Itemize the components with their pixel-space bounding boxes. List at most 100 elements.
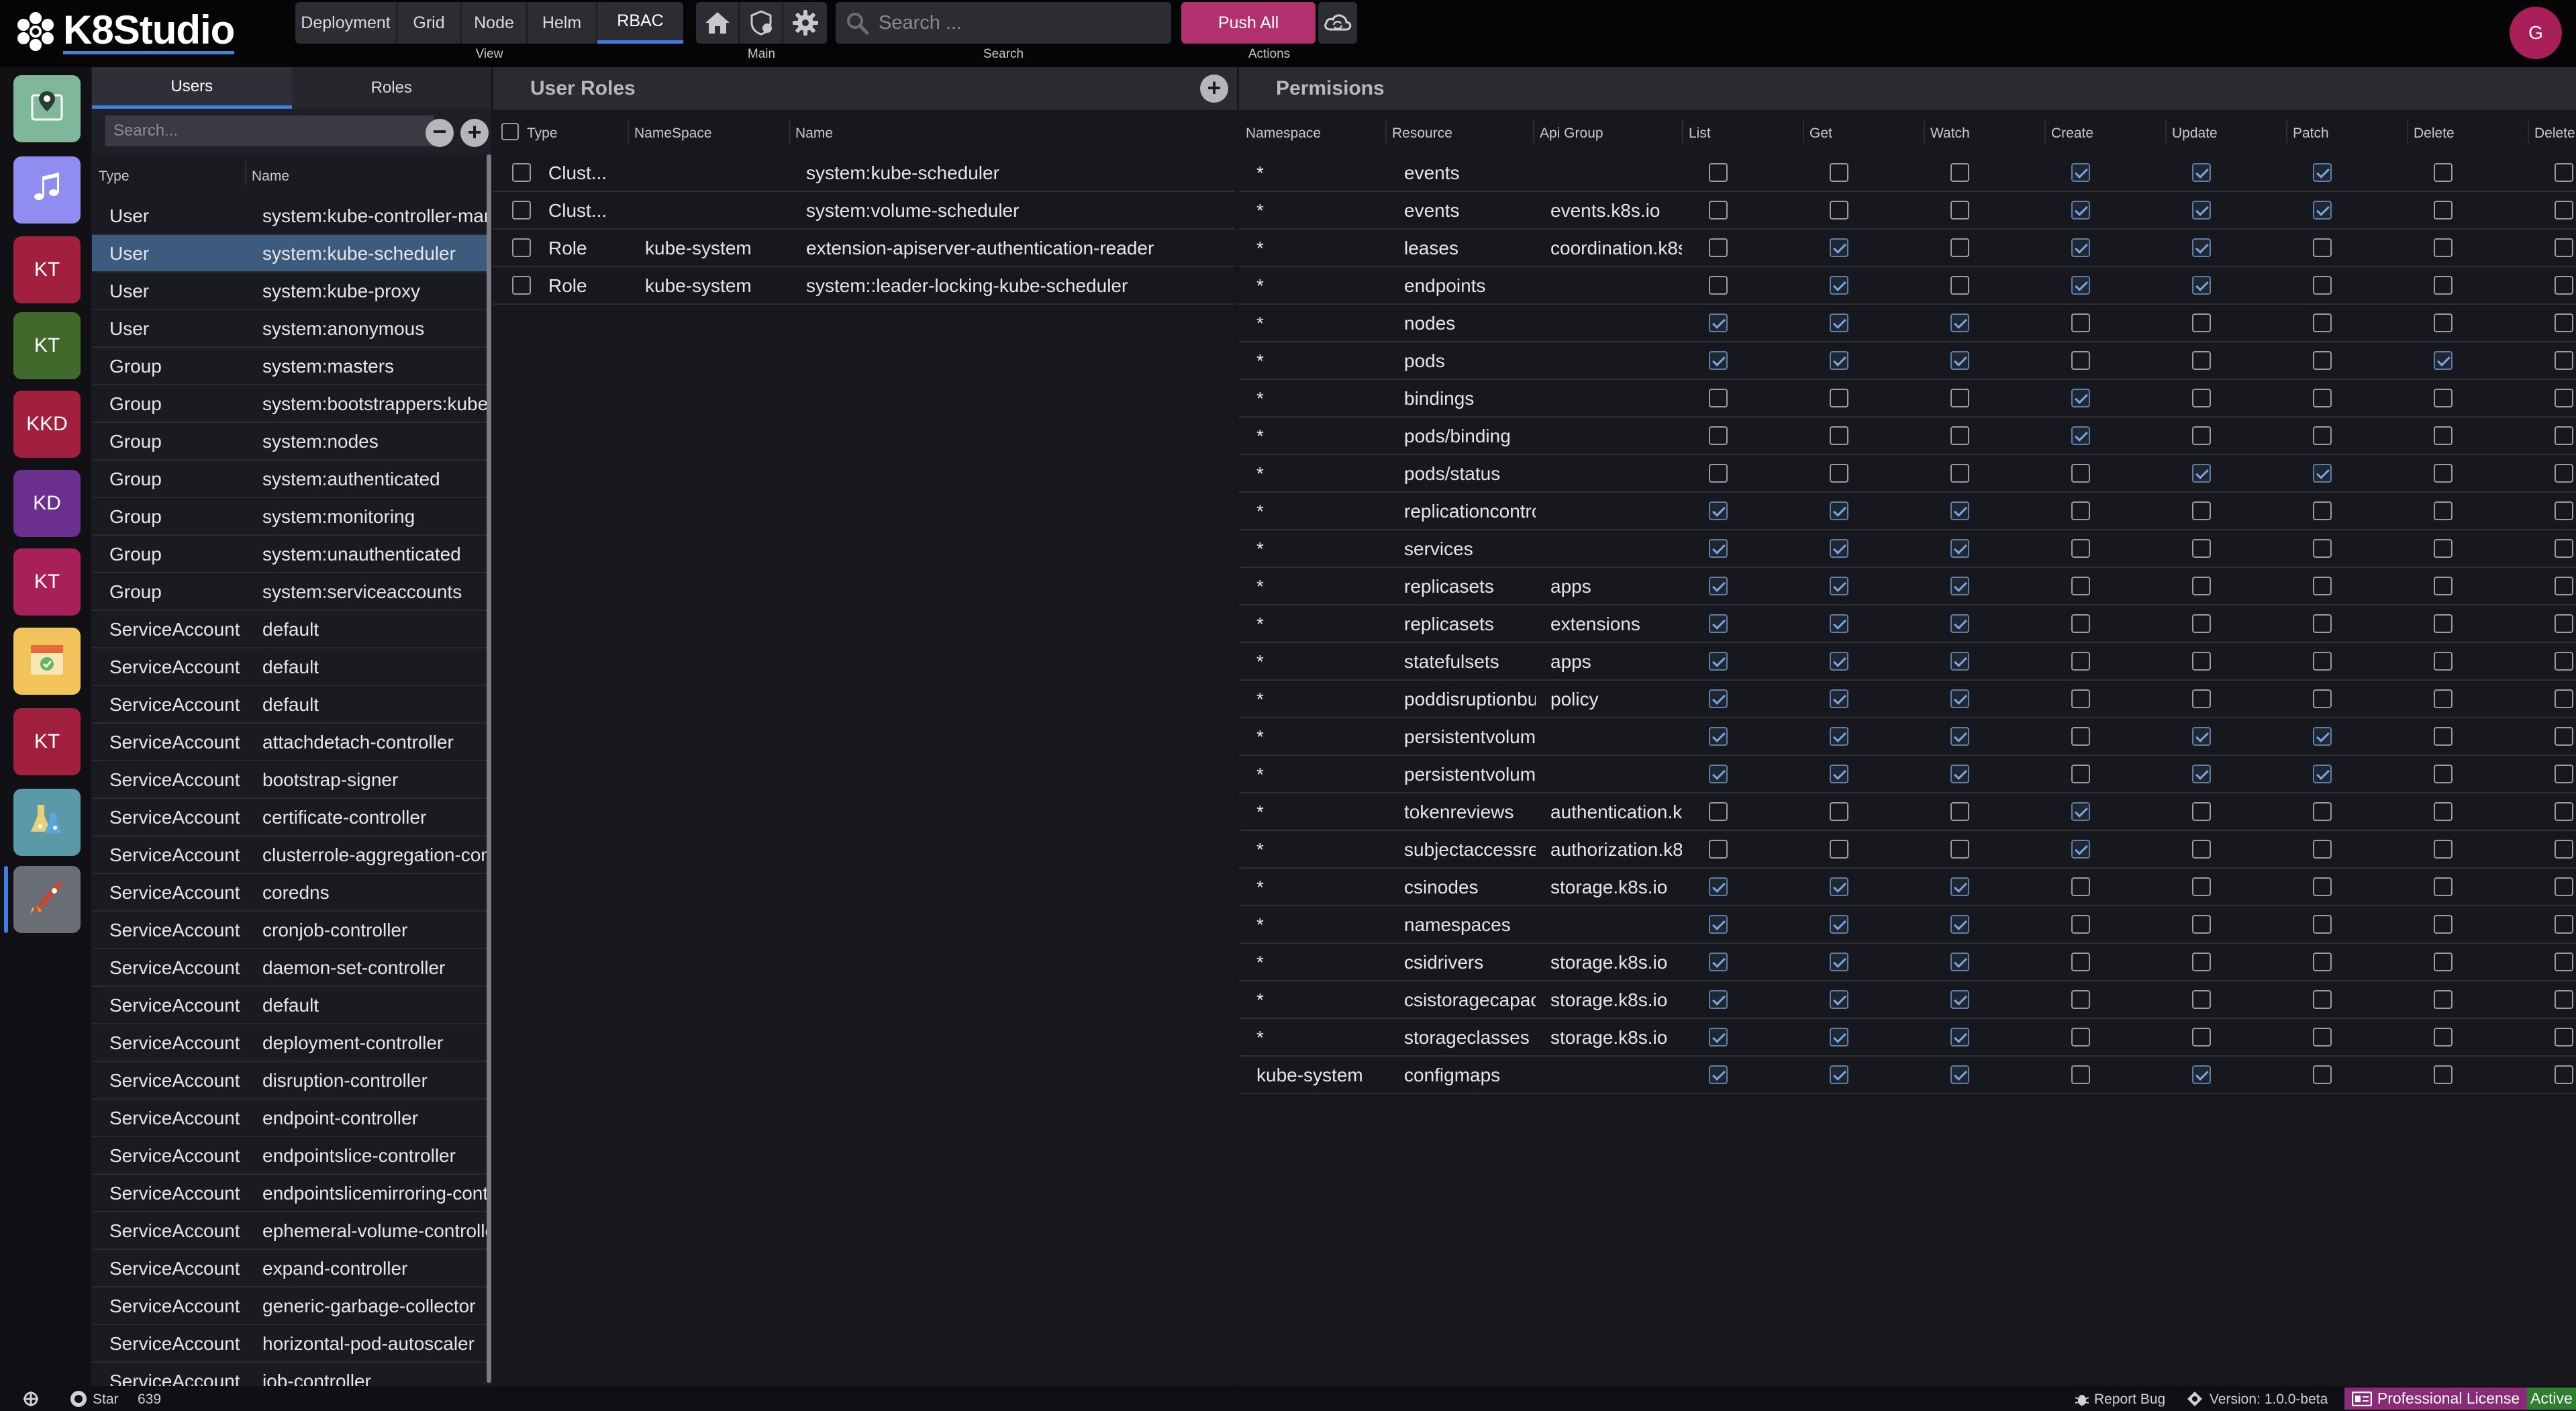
permission-create-checkbox[interactable] <box>2071 577 2090 595</box>
user-row[interactable]: ServiceAccount ephemeral-volume-controlle… <box>92 1212 491 1250</box>
permission-patch-checkbox[interactable] <box>2313 1028 2332 1047</box>
permission-update-checkbox[interactable] <box>2192 990 2211 1009</box>
permission-create-checkbox[interactable] <box>2071 201 2090 220</box>
permission-update-checkbox[interactable] <box>2192 840 2211 859</box>
permission-list-checkbox[interactable] <box>1709 840 1728 859</box>
permission-row[interactable]: * bindings <box>1239 380 2576 418</box>
app-music-notes[interactable] <box>13 156 81 224</box>
permission-patch-checkbox[interactable] <box>2313 765 2332 783</box>
user-row[interactable]: Group system:nodes <box>92 423 488 460</box>
permission-row[interactable]: * leases coordination.k8s.io <box>1239 230 2576 267</box>
permission-create-checkbox[interactable] <box>2071 238 2090 257</box>
roles-column-type[interactable]: Type <box>527 126 558 142</box>
permission-create-checkbox[interactable] <box>2071 953 2090 971</box>
permission-list-checkbox[interactable] <box>1709 539 1728 558</box>
permission-get-checkbox[interactable] <box>1830 351 1848 370</box>
permission-create-checkbox[interactable] <box>2071 389 2090 407</box>
permission-update-checkbox[interactable] <box>2192 201 2211 220</box>
permission-delete-2-checkbox[interactable] <box>2555 313 2573 332</box>
permission-create-checkbox[interactable] <box>2071 689 2090 708</box>
permission-row[interactable]: kube-system configmaps <box>1239 1057 2576 1094</box>
permission-watch-checkbox[interactable] <box>1950 614 1969 633</box>
permission-list-checkbox[interactable] <box>1709 953 1728 971</box>
permission-patch-checkbox[interactable] <box>2313 614 2332 633</box>
permission-delete-checkbox[interactable] <box>2434 877 2453 896</box>
permission-list-checkbox[interactable] <box>1709 577 1728 595</box>
permission-get-checkbox[interactable] <box>1830 915 1848 934</box>
permission-update-checkbox[interactable] <box>2192 1028 2211 1047</box>
permission-watch-checkbox[interactable] <box>1950 389 1969 407</box>
user-row[interactable]: ServiceAccount horizontal-pod-autoscaler <box>92 1325 488 1363</box>
permission-create-checkbox[interactable] <box>2071 765 2090 783</box>
permission-row[interactable]: * replicasets extensions <box>1239 605 2576 643</box>
permission-update-checkbox[interactable] <box>2192 802 2211 821</box>
permission-list-checkbox[interactable] <box>1709 915 1728 934</box>
permission-watch-checkbox[interactable] <box>1950 464 1969 483</box>
user-row[interactable]: User system:anonymous <box>92 310 488 348</box>
permission-delete-checkbox[interactable] <box>2434 163 2453 182</box>
view-tab-helm[interactable]: Helm <box>528 2 597 44</box>
permission-create-checkbox[interactable] <box>2071 614 2090 633</box>
role-row[interactable]: Role kube-system system::leader-locking-ku… <box>493 267 1235 305</box>
permission-delete-checkbox[interactable] <box>2434 990 2453 1009</box>
permission-delete-2-checkbox[interactable] <box>2555 614 2573 633</box>
permission-row[interactable]: * endpoints <box>1239 267 2576 305</box>
permission-patch-checkbox[interactable] <box>2313 501 2332 520</box>
user-row[interactable]: Group system:authenticated <box>92 460 488 498</box>
push-all-button[interactable]: Push All <box>1181 2 1316 44</box>
permission-get-checkbox[interactable] <box>1830 313 1848 332</box>
permission-column-resource[interactable]: Resource <box>1392 126 1452 142</box>
permission-delete-checkbox[interactable] <box>2434 1065 2453 1084</box>
role-row-checkbox[interactable] <box>512 163 531 182</box>
permission-watch-checkbox[interactable] <box>1950 351 1969 370</box>
cloud-sync-button[interactable] <box>1318 2 1357 44</box>
permission-patch-checkbox[interactable] <box>2313 652 2332 671</box>
permission-watch-checkbox[interactable] <box>1950 501 1969 520</box>
add-role-button[interactable]: + <box>1200 75 1228 103</box>
permission-delete-checkbox[interactable] <box>2434 915 2453 934</box>
permission-delete-2-checkbox[interactable] <box>2555 464 2573 483</box>
permission-update-checkbox[interactable] <box>2192 577 2211 595</box>
permission-delete-checkbox[interactable] <box>2434 501 2453 520</box>
user-row[interactable]: Group system:serviceaccounts <box>92 573 488 611</box>
permission-row[interactable]: * statefulsets apps <box>1239 643 2576 681</box>
permission-delete-2-checkbox[interactable] <box>2555 802 2573 821</box>
user-avatar[interactable]: G <box>2510 7 2562 59</box>
permission-create-checkbox[interactable] <box>2071 276 2090 295</box>
permission-watch-checkbox[interactable] <box>1950 953 1969 971</box>
permission-watch-checkbox[interactable] <box>1950 1065 1969 1084</box>
permission-patch-checkbox[interactable] <box>2313 426 2332 445</box>
permission-list-checkbox[interactable] <box>1709 163 1728 182</box>
user-row[interactable]: ServiceAccount default <box>92 987 488 1024</box>
permission-row[interactable]: * namespaces <box>1239 906 2576 944</box>
permission-watch-checkbox[interactable] <box>1950 877 1969 896</box>
user-row[interactable]: ServiceAccount endpointslicemirroring-con… <box>92 1175 491 1212</box>
permission-create-checkbox[interactable] <box>2071 539 2090 558</box>
user-row[interactable]: ServiceAccount expand-controller <box>92 1250 488 1287</box>
permission-create-checkbox[interactable] <box>2071 163 2090 182</box>
permission-get-checkbox[interactable] <box>1830 501 1848 520</box>
role-row-checkbox[interactable] <box>512 201 531 220</box>
permission-get-checkbox[interactable] <box>1830 464 1848 483</box>
license-badge[interactable]: Professional License <box>2344 1388 2527 1410</box>
permission-list-checkbox[interactable] <box>1709 276 1728 295</box>
permission-delete-2-checkbox[interactable] <box>2555 953 2573 971</box>
permission-patch-checkbox[interactable] <box>2313 877 2332 896</box>
permission-list-checkbox[interactable] <box>1709 652 1728 671</box>
user-row[interactable]: ServiceAccount disruption-controller <box>92 1062 488 1100</box>
permission-create-checkbox[interactable] <box>2071 313 2090 332</box>
permission-delete-2-checkbox[interactable] <box>2555 1028 2573 1047</box>
permission-delete-2-checkbox[interactable] <box>2555 1065 2573 1084</box>
permission-delete-checkbox[interactable] <box>2434 276 2453 295</box>
user-row[interactable]: ServiceAccount clusterrole-aggregation-co… <box>92 836 491 874</box>
permission-watch-checkbox[interactable] <box>1950 238 1969 257</box>
app-calendar-check[interactable] <box>13 628 81 695</box>
report-bug-link[interactable]: Report Bug <box>2094 1392 2165 1408</box>
permission-row[interactable]: * services <box>1239 530 2576 568</box>
permission-get-checkbox[interactable] <box>1830 840 1848 859</box>
permission-patch-checkbox[interactable] <box>2313 953 2332 971</box>
user-row[interactable]: ServiceAccount default <box>92 686 488 724</box>
cluster-kt-3[interactable]: KT <box>13 312 81 379</box>
roles-column-name[interactable]: Name <box>795 126 833 142</box>
permission-list-checkbox[interactable] <box>1709 614 1728 633</box>
